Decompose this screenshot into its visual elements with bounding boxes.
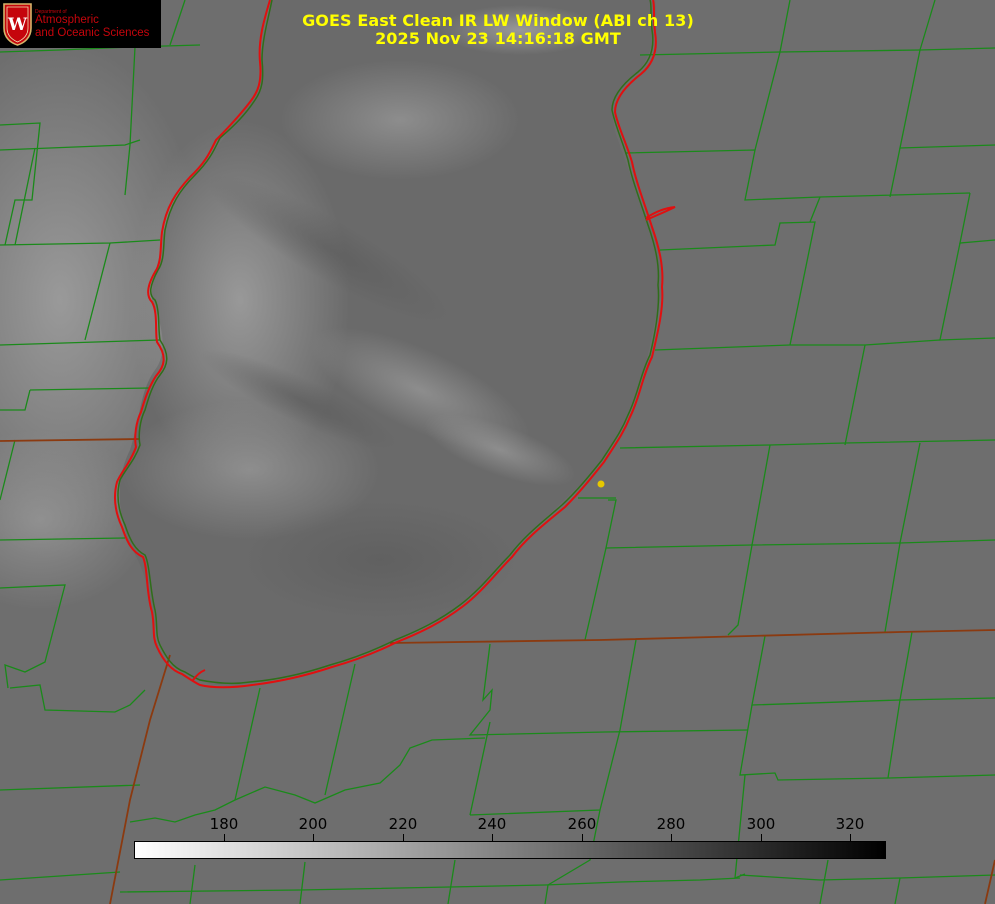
- colorbar-tick-mark: [761, 834, 762, 841]
- colorbar-tick-label: 260: [567, 815, 597, 833]
- colorbar-tick-mark: [492, 834, 493, 841]
- colorbar-tick-mark: [671, 834, 672, 841]
- dark-band-3: [240, 500, 520, 620]
- image-title: GOES East Clean IR LW Window (ABI ch 13)…: [200, 12, 796, 48]
- colorbar-tick-label: 280: [656, 815, 686, 833]
- colorbar-tick-label: 320: [835, 815, 865, 833]
- cloud-lake-5: [280, 60, 520, 180]
- temperature-colorbar: [134, 841, 886, 859]
- title-line-1: GOES East Clean IR LW Window (ABI ch 13): [302, 11, 694, 30]
- colorbar-tick-label: 220: [388, 815, 418, 833]
- logo-line-1: Atmospheric: [35, 14, 99, 26]
- colorbar-tick-label: 180: [209, 815, 239, 833]
- aos-logo[interactable]: W Department of Atmospheric and Oceanic …: [0, 0, 161, 48]
- logo-line-2: and Oceanic Sciences: [35, 27, 150, 39]
- location-marker: [597, 480, 605, 488]
- colorbar-tick-mark: [582, 834, 583, 841]
- colorbar-tick-label: 200: [298, 815, 328, 833]
- ir-satellite-map: [0, 0, 995, 904]
- colorbar-tick-mark: [850, 834, 851, 841]
- title-line-2: 2025 Nov 23 14:16:18 GMT: [375, 29, 621, 48]
- colorbar-tick-mark: [403, 834, 404, 841]
- colorbar-tick-label: 300: [746, 815, 776, 833]
- crest-letter: W: [7, 15, 28, 35]
- colorbar-tick-mark: [313, 834, 314, 841]
- satellite-image-viewer: W Department of Atmospheric and Oceanic …: [0, 0, 995, 904]
- colorbar-tick-mark: [224, 834, 225, 841]
- colorbar-tick-label: 240: [477, 815, 507, 833]
- uw-crest-icon: W: [3, 3, 32, 46]
